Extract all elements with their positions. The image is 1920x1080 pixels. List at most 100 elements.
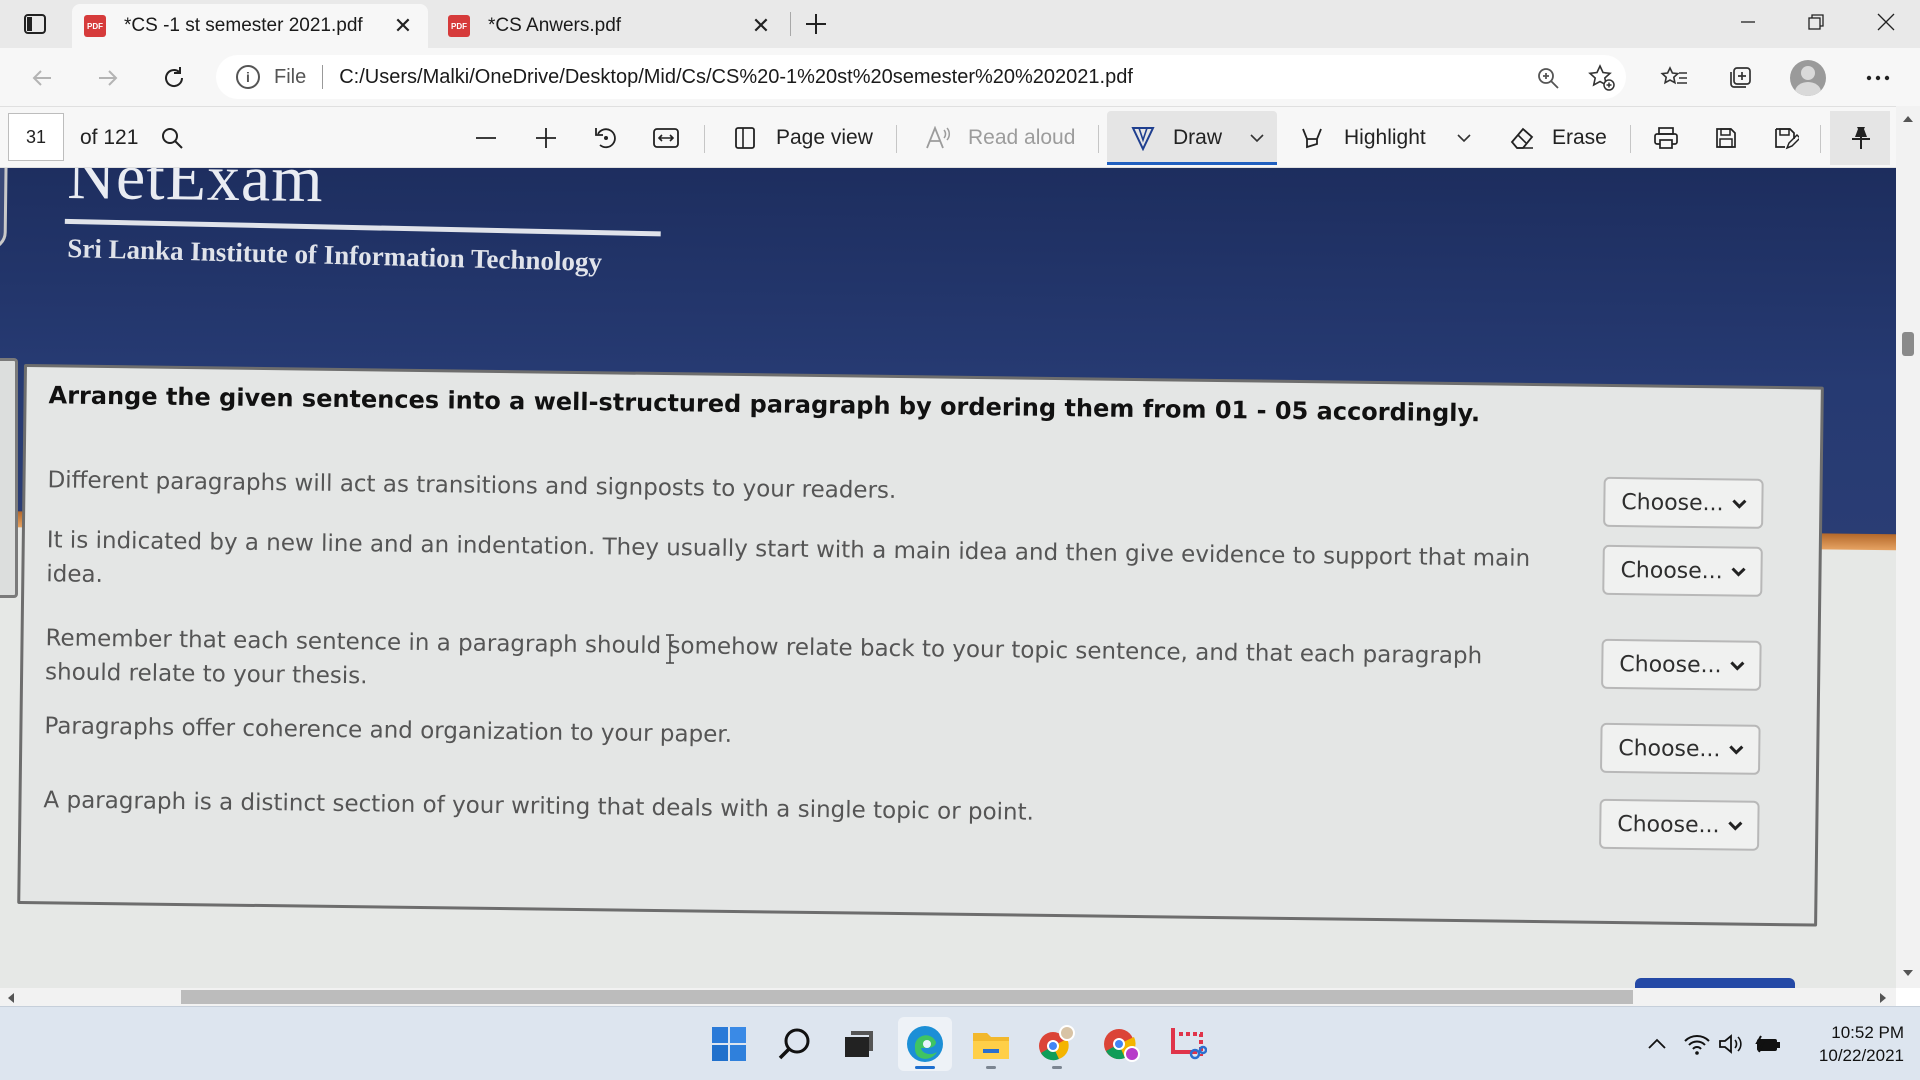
save-as-icon[interactable]	[1766, 118, 1806, 158]
refresh-icon[interactable]	[154, 58, 194, 98]
edge-browser-icon[interactable]	[898, 1017, 952, 1071]
eraser-icon[interactable]	[1502, 118, 1542, 158]
wifi-icon[interactable]	[1682, 1029, 1712, 1059]
page-view-icon[interactable]	[726, 118, 766, 158]
order-select-4[interactable]: Choose...	[1599, 722, 1761, 775]
draw-pen-icon	[1123, 118, 1163, 158]
page-number-input[interactable]	[8, 113, 64, 161]
close-tab-icon[interactable]: ✕	[748, 13, 774, 39]
save-icon[interactable]	[1706, 118, 1746, 158]
institute-name: Sri Lanka Institute of Information Techn…	[66, 232, 603, 277]
search-icon[interactable]	[152, 118, 192, 158]
scroll-up-icon[interactable]	[1902, 114, 1914, 124]
pdf-page-photo: NetExam Sri Lanka Institute of Informati…	[0, 168, 1896, 988]
chevron-down-icon[interactable]	[1237, 118, 1277, 158]
url-divider	[322, 65, 324, 89]
fit-to-width-icon[interactable]	[646, 118, 686, 158]
chevron-down-icon	[1729, 745, 1744, 755]
zoom-icon[interactable]	[1528, 58, 1568, 98]
chevron-down-icon	[1732, 499, 1747, 509]
tab-cs-semester[interactable]: PDF *CS -1 st semester 2021.pdf ✕	[72, 4, 428, 48]
running-indicator	[1052, 1066, 1062, 1069]
task-view-icon[interactable]	[832, 1017, 886, 1071]
question-card: Arrange the given sentences into a well-…	[17, 364, 1824, 927]
page-total: of 121	[80, 126, 139, 149]
chevron-down-icon	[1728, 821, 1743, 831]
chevron-down-icon[interactable]	[1444, 118, 1484, 158]
new-tab-icon[interactable]	[800, 8, 832, 40]
select-value: Choose...	[1619, 651, 1722, 678]
vertical-scroll-thumb[interactable]	[1902, 332, 1914, 356]
highlight-icon[interactable]	[1292, 118, 1332, 158]
vertical-scrollbar[interactable]	[1896, 106, 1920, 988]
pdf-icon: PDF	[84, 15, 106, 37]
chrome-profile-icon[interactable]	[1030, 1017, 1084, 1071]
minimize-icon[interactable]	[1714, 0, 1782, 44]
order-select-1[interactable]: Choose...	[1603, 476, 1764, 529]
sentence-3: Remember that each sentence in a paragra…	[44, 625, 1483, 690]
tab-title: *CS Anwers.pdf	[488, 15, 622, 36]
zoom-out-icon[interactable]	[466, 118, 506, 158]
print-icon[interactable]	[1646, 118, 1686, 158]
brand-underline	[64, 218, 661, 237]
select-value: Choose...	[1621, 489, 1724, 516]
tab-actions-icon[interactable]	[18, 9, 52, 39]
pin-toolbar-icon[interactable]	[1830, 111, 1890, 165]
toolbar-divider	[1630, 125, 1631, 153]
tab-divider	[790, 12, 791, 36]
toolbar-divider	[1098, 125, 1099, 153]
battery-icon[interactable]	[1752, 1029, 1782, 1059]
clock-date: 10/22/2021	[1818, 1046, 1904, 1065]
address-bar-row: i File C:/Users/Malki/OneDrive/Desktop/M…	[0, 48, 1920, 106]
forward-icon[interactable]	[88, 58, 128, 98]
tab-cs-answers[interactable]: PDF *CS Anwers.pdf ✕	[436, 4, 786, 48]
order-select-5[interactable]: Choose...	[1599, 798, 1760, 851]
close-window-icon[interactable]	[1852, 0, 1920, 44]
toolbar-divider	[1820, 125, 1821, 153]
address-field[interactable]: i File C:/Users/Malki/OneDrive/Desktop/M…	[216, 55, 1626, 99]
zoom-in-icon[interactable]	[526, 118, 566, 158]
erase-button[interactable]: Erase	[1552, 107, 1607, 169]
scroll-down-icon[interactable]	[1902, 968, 1914, 978]
submit-button-edge	[1635, 978, 1795, 988]
text-cursor-icon	[666, 634, 674, 664]
add-favorite-icon[interactable]	[1582, 58, 1622, 98]
more-options-icon[interactable]	[1858, 58, 1898, 98]
start-icon[interactable]	[702, 1017, 756, 1071]
snipping-tool-icon[interactable]	[1160, 1017, 1214, 1071]
pdf-viewport[interactable]: NetExam Sri Lanka Institute of Informati…	[0, 168, 1920, 988]
horizontal-scroll-thumb[interactable]	[181, 990, 1633, 1004]
sentence-2: It is indicated by a new line and an ind…	[46, 527, 1531, 589]
order-select-3[interactable]: Choose...	[1601, 638, 1762, 691]
horizontal-scrollbar[interactable]	[0, 988, 1896, 1006]
draw-button[interactable]: Draw	[1107, 111, 1277, 165]
read-aloud-icon[interactable]	[918, 118, 958, 158]
toolbar-divider	[896, 125, 897, 153]
scroll-right-icon[interactable]	[1878, 992, 1888, 1004]
search-icon[interactable]	[768, 1017, 822, 1071]
chrome-icon[interactable]	[1094, 1017, 1148, 1071]
highlight-button[interactable]: Highlight	[1344, 107, 1426, 169]
close-tab-icon[interactable]: ✕	[390, 13, 416, 39]
pdf-toolbar: of 121 Page view Read aloud Draw Highlig…	[0, 106, 1920, 168]
scroll-left-icon[interactable]	[6, 992, 16, 1004]
select-value: Choose...	[1617, 811, 1720, 838]
volume-icon[interactable]	[1716, 1029, 1746, 1059]
show-hidden-icons-icon[interactable]	[1642, 1029, 1672, 1059]
rotate-icon[interactable]	[586, 118, 626, 158]
back-icon[interactable]	[22, 58, 62, 98]
file-explorer-icon[interactable]	[964, 1017, 1018, 1071]
url-text[interactable]: C:/Users/Malki/OneDrive/Desktop/Mid/Cs/C…	[339, 66, 1626, 89]
read-aloud-button[interactable]: Read aloud	[968, 107, 1075, 169]
info-icon[interactable]: i	[236, 65, 260, 89]
side-panel-edge	[0, 358, 18, 598]
sentence-4: Paragraphs offer coherence and organizat…	[44, 713, 733, 748]
collections-icon[interactable]	[1720, 58, 1760, 98]
profile-avatar[interactable]	[1790, 60, 1826, 96]
restore-icon[interactable]	[1782, 0, 1850, 44]
url-scheme: File	[274, 65, 307, 88]
favorites-icon[interactable]	[1654, 58, 1694, 98]
page-view-button[interactable]: Page view	[776, 107, 873, 169]
order-select-2[interactable]: Choose...	[1602, 544, 1763, 597]
system-clock[interactable]: 10:52 PM 10/22/2021	[1792, 1021, 1904, 1067]
